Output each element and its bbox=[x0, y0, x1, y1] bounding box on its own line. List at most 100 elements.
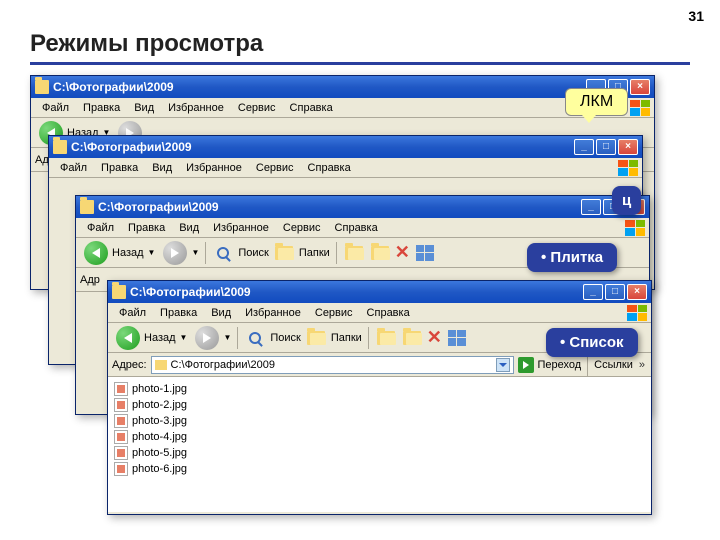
file-list: photo-1.jpg photo-2.jpg photo-3.jpg phot… bbox=[108, 377, 651, 512]
menu-help[interactable]: Справка bbox=[301, 160, 358, 176]
back-label: Назад bbox=[144, 332, 176, 344]
menu-favorites[interactable]: Избранное bbox=[161, 100, 231, 116]
menu-view[interactable]: Вид bbox=[145, 160, 179, 176]
views-icon bbox=[416, 245, 434, 261]
folder-icon bbox=[112, 285, 126, 299]
folders-button[interactable] bbox=[305, 327, 327, 349]
search-label: Поиск bbox=[270, 332, 300, 344]
menu-help[interactable]: Справка bbox=[360, 305, 417, 321]
menu-help[interactable]: Справка bbox=[283, 100, 340, 116]
forward-button[interactable] bbox=[163, 241, 187, 265]
menu-file[interactable]: Файл bbox=[112, 305, 153, 321]
list-item[interactable]: photo-1.jpg bbox=[112, 381, 647, 397]
explorer-window-front: C:\Фотографии\2009 _ □ × Файл Правка Вид… bbox=[107, 280, 652, 515]
folders-button[interactable] bbox=[273, 242, 295, 264]
chevron-icon[interactable]: » bbox=[637, 359, 647, 371]
folders-label: Папки bbox=[331, 332, 362, 344]
menu-view[interactable]: Вид bbox=[172, 220, 206, 236]
back-button[interactable]: Назад ▼ bbox=[80, 239, 159, 267]
image-file-icon bbox=[114, 398, 128, 412]
delete-button[interactable]: ✕ bbox=[395, 242, 410, 263]
menu-edit[interactable]: Правка bbox=[76, 100, 127, 116]
file-name: photo-5.jpg bbox=[132, 447, 187, 459]
menu-file[interactable]: Файл bbox=[35, 100, 76, 116]
menu-edit[interactable]: Правка bbox=[94, 160, 145, 176]
arrow-right-icon bbox=[203, 333, 211, 343]
mode-label-partial: ц bbox=[612, 186, 641, 215]
image-file-icon bbox=[114, 382, 128, 396]
search-icon bbox=[217, 247, 229, 259]
minimize-button[interactable]: _ bbox=[574, 139, 594, 155]
search-button[interactable] bbox=[244, 327, 266, 349]
menu-edit[interactable]: Правка bbox=[153, 305, 204, 321]
list-item[interactable]: photo-3.jpg bbox=[112, 413, 647, 429]
address-label: Адрес: bbox=[112, 359, 147, 371]
titlebar: C:\Фотографии\2009 _ □ × bbox=[49, 136, 642, 158]
list-item[interactable]: photo-2.jpg bbox=[112, 397, 647, 413]
minimize-button[interactable]: _ bbox=[583, 284, 603, 300]
menu-tools[interactable]: Сервис bbox=[276, 220, 328, 236]
menubar: Файл Правка Вид Избранное Сервис Справка bbox=[31, 98, 654, 118]
close-button[interactable]: × bbox=[630, 79, 650, 95]
move-button[interactable] bbox=[369, 242, 391, 264]
file-name: photo-3.jpg bbox=[132, 415, 187, 427]
minimize-button[interactable]: _ bbox=[581, 199, 601, 215]
folders-icon bbox=[371, 246, 389, 260]
image-file-icon bbox=[114, 462, 128, 476]
menu-tools[interactable]: Сервис bbox=[249, 160, 301, 176]
search-button[interactable] bbox=[212, 242, 234, 264]
lkm-callout: ЛКМ bbox=[565, 88, 628, 116]
folders-icon bbox=[275, 246, 293, 260]
forward-button[interactable] bbox=[195, 326, 219, 350]
list-item[interactable]: photo-4.jpg bbox=[112, 429, 647, 445]
file-name: photo-2.jpg bbox=[132, 399, 187, 411]
go-button[interactable]: Переход bbox=[518, 357, 581, 373]
menubar: Файл Правка Вид Избранное Сервис Справка bbox=[76, 218, 649, 238]
file-name: photo-6.jpg bbox=[132, 463, 187, 475]
back-button[interactable]: Назад ▼ bbox=[112, 324, 191, 352]
maximize-button[interactable]: □ bbox=[605, 284, 625, 300]
separator bbox=[368, 327, 369, 349]
menu-help[interactable]: Справка bbox=[328, 220, 385, 236]
links-label[interactable]: Ссылки bbox=[594, 359, 633, 371]
menu-favorites[interactable]: Избранное bbox=[206, 220, 276, 236]
window-title: C:\Фотографии\2009 bbox=[53, 80, 586, 94]
menu-tools[interactable]: Сервис bbox=[231, 100, 283, 116]
address-label-stub: Адр bbox=[80, 274, 100, 286]
slide-title: Режимы просмотра bbox=[30, 30, 263, 58]
back-label: Назад bbox=[112, 247, 144, 259]
history-button[interactable] bbox=[375, 327, 397, 349]
menubar: Файл Правка Вид Избранное Сервис Справка bbox=[49, 158, 642, 178]
titlebar: C:\Фотографии\2009 _ □ × bbox=[108, 281, 651, 303]
menu-edit[interactable]: Правка bbox=[121, 220, 172, 236]
image-file-icon bbox=[114, 430, 128, 444]
menu-favorites[interactable]: Избранное bbox=[179, 160, 249, 176]
list-item[interactable]: photo-5.jpg bbox=[112, 445, 647, 461]
windows-logo-icon bbox=[618, 160, 638, 176]
views-button[interactable] bbox=[446, 327, 468, 349]
menu-tools[interactable]: Сервис bbox=[308, 305, 360, 321]
mode-label-tile: • Плитка bbox=[527, 243, 617, 272]
address-input[interactable]: C:\Фотографии\2009 bbox=[151, 356, 515, 374]
address-dropdown[interactable] bbox=[496, 358, 510, 372]
menu-favorites[interactable]: Избранное bbox=[238, 305, 308, 321]
menu-file[interactable]: Файл bbox=[80, 220, 121, 236]
menu-view[interactable]: Вид bbox=[127, 100, 161, 116]
maximize-button[interactable]: □ bbox=[596, 139, 616, 155]
close-button[interactable]: × bbox=[627, 284, 647, 300]
file-name: photo-4.jpg bbox=[132, 431, 187, 443]
list-item[interactable]: photo-6.jpg bbox=[112, 461, 647, 477]
arrow-right-icon bbox=[171, 248, 179, 258]
menubar: Файл Правка Вид Избранное Сервис Справка bbox=[108, 303, 651, 323]
mode-label-list: • Список bbox=[546, 328, 638, 357]
close-button[interactable]: × bbox=[618, 139, 638, 155]
menu-file[interactable]: Файл bbox=[53, 160, 94, 176]
separator bbox=[336, 242, 337, 264]
move-button[interactable] bbox=[401, 327, 423, 349]
search-label: Поиск bbox=[238, 247, 268, 259]
views-button[interactable] bbox=[414, 242, 436, 264]
history-button[interactable] bbox=[343, 242, 365, 264]
menu-view[interactable]: Вид bbox=[204, 305, 238, 321]
delete-button[interactable]: ✕ bbox=[427, 327, 442, 348]
folders-icon bbox=[307, 331, 325, 345]
